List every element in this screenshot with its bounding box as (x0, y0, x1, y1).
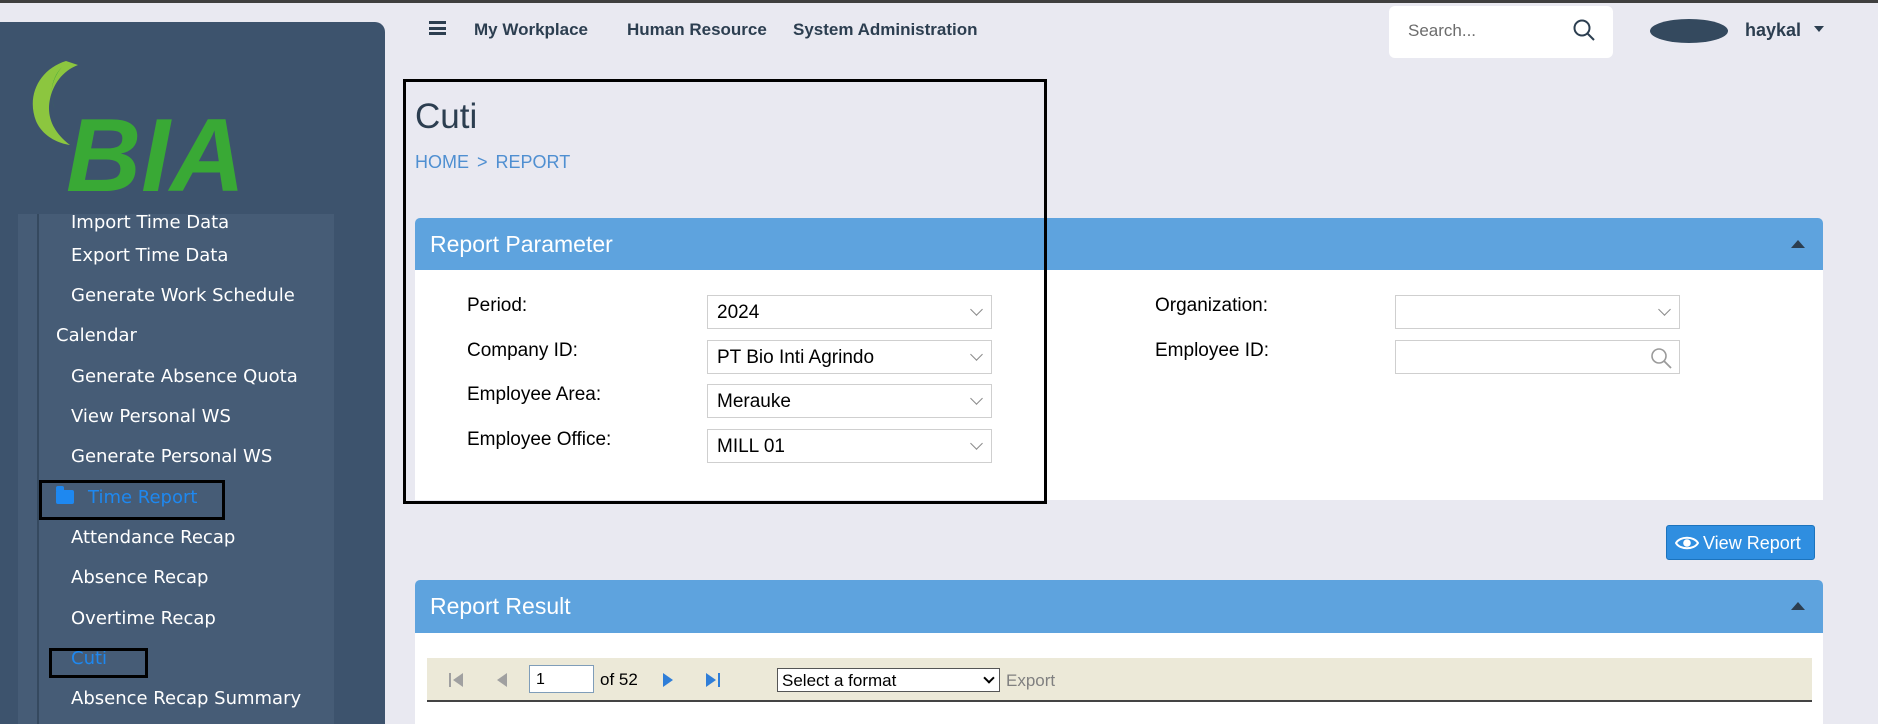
sidebar-item-attendance-recap[interactable]: Attendance Recap (71, 527, 235, 548)
organization-label: Organization: (1155, 295, 1269, 316)
sidebar-item-overtime-recap[interactable]: Overtime Recap (71, 608, 216, 629)
user-name[interactable]: haykal (1745, 20, 1801, 41)
organization-select[interactable] (1395, 295, 1680, 329)
sidebar-item-absence-recap[interactable]: Absence Recap (71, 567, 208, 588)
chevron-down-icon (1658, 303, 1671, 316)
view-report-button[interactable]: View Report (1666, 525, 1815, 560)
avatar[interactable] (1650, 19, 1728, 43)
highlight-cuti (49, 648, 148, 678)
bia-logo: BIA (32, 61, 245, 202)
sidebar-item-generate-absence-quota[interactable]: Generate Absence Quota (71, 366, 298, 387)
nav-my-workplace[interactable]: My Workplace (474, 20, 588, 40)
caret-down-icon[interactable] (1814, 26, 1824, 32)
report-result-header[interactable]: Report Result (415, 580, 1823, 633)
sidebar-item-generate-work-schedule[interactable]: Generate Work Schedule (71, 285, 295, 306)
collapse-arrow-icon[interactable] (1791, 240, 1805, 248)
page-count: of 52 (600, 670, 638, 689)
highlight-time-report (39, 480, 225, 520)
svg-text:BIA: BIA (66, 98, 245, 202)
last-page-icon[interactable] (704, 671, 722, 689)
previous-page-icon[interactable] (495, 671, 509, 689)
menu-tree-line (37, 214, 39, 724)
window-top-border (0, 0, 1878, 3)
employee-id-input[interactable] (1395, 340, 1680, 374)
sidebar-item-generate-personal-ws[interactable]: Generate Personal WS (71, 446, 272, 467)
search-icon[interactable] (1649, 346, 1673, 370)
nav-system-administration[interactable]: System Administration (793, 20, 978, 40)
report-viewer-toolbar: 1 of 52 Select a format Export (427, 658, 1812, 702)
highlight-report-parameters (403, 79, 1047, 504)
next-page-icon[interactable] (661, 671, 675, 689)
sidebar-item-view-personal-ws[interactable]: View Personal WS (71, 406, 231, 427)
sidebar-item-export-time-data[interactable]: Export Time Data (71, 245, 228, 266)
sidebar-item-absence-recap-summary[interactable]: Absence Recap Summary (71, 688, 301, 709)
first-page-icon[interactable] (447, 671, 465, 689)
sidebar: BIA Import Time Data Export Time Data Ge… (0, 22, 385, 724)
view-report-label: View Report (1703, 533, 1801, 553)
eye-icon (1675, 536, 1699, 550)
hamburger-menu-icon[interactable] (429, 21, 446, 35)
page-number-input[interactable]: 1 (529, 665, 594, 693)
search-icon[interactable] (1572, 18, 1596, 42)
report-result-title: Report Result (430, 593, 571, 619)
employee-id-label: Employee ID: (1155, 340, 1270, 361)
collapse-arrow-icon[interactable] (1791, 602, 1805, 610)
chevron-down-icon (983, 672, 995, 684)
export-link[interactable]: Export (1006, 671, 1055, 691)
sidebar-item-import-time-data[interactable]: Import Time Data (71, 214, 229, 233)
export-format-value: Select a format (782, 671, 897, 690)
nav-human-resource[interactable]: Human Resource (627, 20, 767, 40)
search-input[interactable] (1408, 21, 1558, 41)
sidebar-item-calendar[interactable]: Calendar (56, 325, 137, 346)
export-format-select[interactable]: Select a format (777, 668, 1000, 692)
